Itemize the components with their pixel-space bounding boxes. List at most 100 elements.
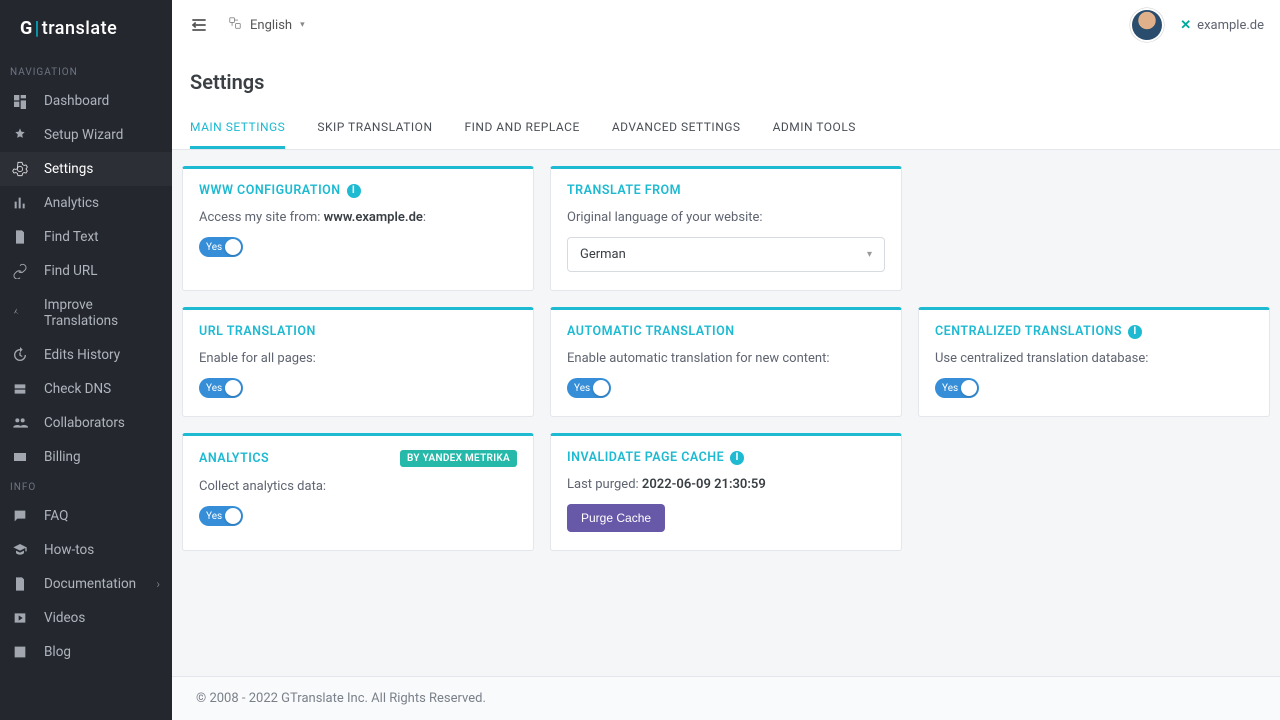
sidebar-item-dashboard[interactable]: Dashboard (0, 84, 172, 118)
sidebar-item-documentation[interactable]: Documentation › (0, 567, 172, 601)
card-title-text: Translate From (567, 183, 681, 198)
sidebar-item-label: Find URL (44, 263, 98, 279)
sidebar-item-collaborators[interactable]: Collaborators (0, 406, 172, 440)
card-title-text: Analytics (199, 451, 269, 466)
tab-label: Main Settings (190, 120, 285, 134)
chevron-right-icon: › (156, 577, 160, 591)
tab-label: Advanced Settings (612, 120, 741, 134)
toggle-knob (961, 380, 977, 396)
info-icon[interactable]: i (1128, 325, 1142, 339)
brand-sep: | (35, 18, 40, 39)
tab-advanced-settings[interactable]: Advanced Settings (612, 106, 741, 149)
sidebar-item-setup-wizard[interactable]: Setup Wizard (0, 118, 172, 152)
video-icon (12, 610, 28, 626)
tab-label: Skip Translation (317, 120, 432, 134)
toggle-www[interactable]: Yes (199, 237, 243, 257)
sidebar-item-label: Documentation (44, 576, 136, 592)
toggle-knob (225, 508, 241, 524)
caret-down-icon: ▾ (300, 20, 305, 30)
purge-cache-button[interactable]: Purge Cache (567, 504, 665, 532)
tab-skip-translation[interactable]: Skip Translation (317, 106, 432, 149)
card-title: Automatic Translation (567, 324, 885, 339)
card-text: Access my site from: www.example.de: (199, 210, 517, 225)
gear-icon (12, 161, 28, 177)
globe-icon (228, 16, 242, 34)
nav-heading-info: INFO (0, 474, 172, 499)
sidebar-item-howtos[interactable]: How-tos (0, 533, 172, 567)
toggle-knob (593, 380, 609, 396)
tab-admin-tools[interactable]: Admin Tools (773, 106, 856, 149)
toggle-label: Yes (206, 242, 222, 253)
card-title: Centralized Translations i (935, 324, 1253, 339)
sidebar-item-edits-history[interactable]: Edits History (0, 338, 172, 372)
topbar: English ▾ ✕ example.de (172, 0, 1280, 50)
main: English ▾ ✕ example.de Settings Main Set… (172, 0, 1280, 720)
menu-toggle-button[interactable] (188, 14, 210, 36)
sidebar-item-label: Blog (44, 644, 71, 660)
card-text: Use centralized translation database: (935, 351, 1253, 366)
card-title-text: Automatic Translation (567, 324, 735, 339)
language-switcher[interactable]: English ▾ (228, 16, 305, 34)
sidebar-item-label: Improve Translations (44, 297, 160, 329)
sidebar-item-analytics[interactable]: Analytics (0, 186, 172, 220)
history-icon (12, 347, 28, 363)
select-original-language[interactable]: German ▾ (567, 237, 885, 272)
sidebar-item-label: FAQ (44, 508, 68, 524)
card-title-text: Centralized Translations (935, 324, 1122, 339)
card-title-text: Invalidate Page Cache (567, 450, 724, 465)
card-www-configuration: WWW Configuration i Access my site from:… (182, 166, 534, 291)
sidebar-item-label: Edits History (44, 347, 120, 363)
people-icon (12, 415, 28, 431)
doc-icon (12, 576, 28, 592)
sidebar-item-label: Videos (44, 610, 85, 626)
sidebar-item-label: Check DNS (44, 381, 111, 397)
sidebar-item-find-url[interactable]: Find URL (0, 254, 172, 288)
tab-label: Admin Tools (773, 120, 856, 134)
card-text: Enable for all pages: (199, 351, 517, 366)
language-label: English (250, 18, 292, 33)
tab-main-settings[interactable]: Main Settings (190, 106, 285, 149)
toggle-url-translation[interactable]: Yes (199, 378, 243, 398)
sidebar-item-blog[interactable]: Blog (0, 635, 172, 669)
sidebar-item-label: Find Text (44, 229, 99, 245)
sidebar-item-faq[interactable]: FAQ (0, 499, 172, 533)
brand-word: translate (42, 18, 117, 39)
tabs: Main Settings Skip Translation Find and … (172, 106, 1280, 150)
sidebar-item-improve-translations[interactable]: Improve Translations (0, 288, 172, 338)
brand-g: G (20, 18, 33, 39)
card-title: Translate From (567, 183, 885, 198)
sidebar-item-settings[interactable]: Settings (0, 152, 172, 186)
sidebar: G|translate NAVIGATION Dashboard Setup W… (0, 0, 172, 720)
card-text: Original language of your website: (567, 210, 885, 225)
toggle-automatic-translation[interactable]: Yes (567, 378, 611, 398)
card-analytics: Analytics BY YANDEX METRIKA Collect anal… (182, 433, 534, 551)
toggle-analytics[interactable]: Yes (199, 506, 243, 526)
tab-label: Find and Replace (465, 120, 580, 134)
sidebar-item-label: How-tos (44, 542, 94, 558)
domain-selector[interactable]: ✕ example.de (1180, 18, 1264, 33)
card-icon (12, 449, 28, 465)
sidebar-item-check-dns[interactable]: Check DNS (0, 372, 172, 406)
card-text: Enable automatic translation for new con… (567, 351, 885, 366)
sidebar-item-label: Analytics (44, 195, 99, 211)
toggle-label: Yes (206, 383, 222, 394)
card-url-translation: URL Translation Enable for all pages: Ye… (182, 307, 534, 417)
toggle-centralized[interactable]: Yes (935, 378, 979, 398)
tab-find-replace[interactable]: Find and Replace (465, 106, 580, 149)
sidebar-item-find-text[interactable]: Find Text (0, 220, 172, 254)
card-text: Collect analytics data: (199, 479, 517, 494)
page-title: Settings (172, 50, 1280, 106)
sidebar-item-billing[interactable]: Billing (0, 440, 172, 474)
card-title: Analytics BY YANDEX METRIKA (199, 450, 517, 467)
card-title: URL Translation (199, 324, 517, 339)
footer-copyright: © 2008 - 2022 GTranslate Inc. All Rights… (172, 676, 1280, 720)
info-icon[interactable]: i (347, 184, 361, 198)
graduation-icon (12, 542, 28, 558)
info-icon[interactable]: i (730, 451, 744, 465)
avatar[interactable] (1132, 10, 1162, 40)
sidebar-item-videos[interactable]: Videos (0, 601, 172, 635)
wizard-icon (12, 127, 28, 143)
toggle-label: Yes (206, 511, 222, 522)
dns-icon (12, 381, 28, 397)
toggle-label: Yes (942, 383, 958, 394)
